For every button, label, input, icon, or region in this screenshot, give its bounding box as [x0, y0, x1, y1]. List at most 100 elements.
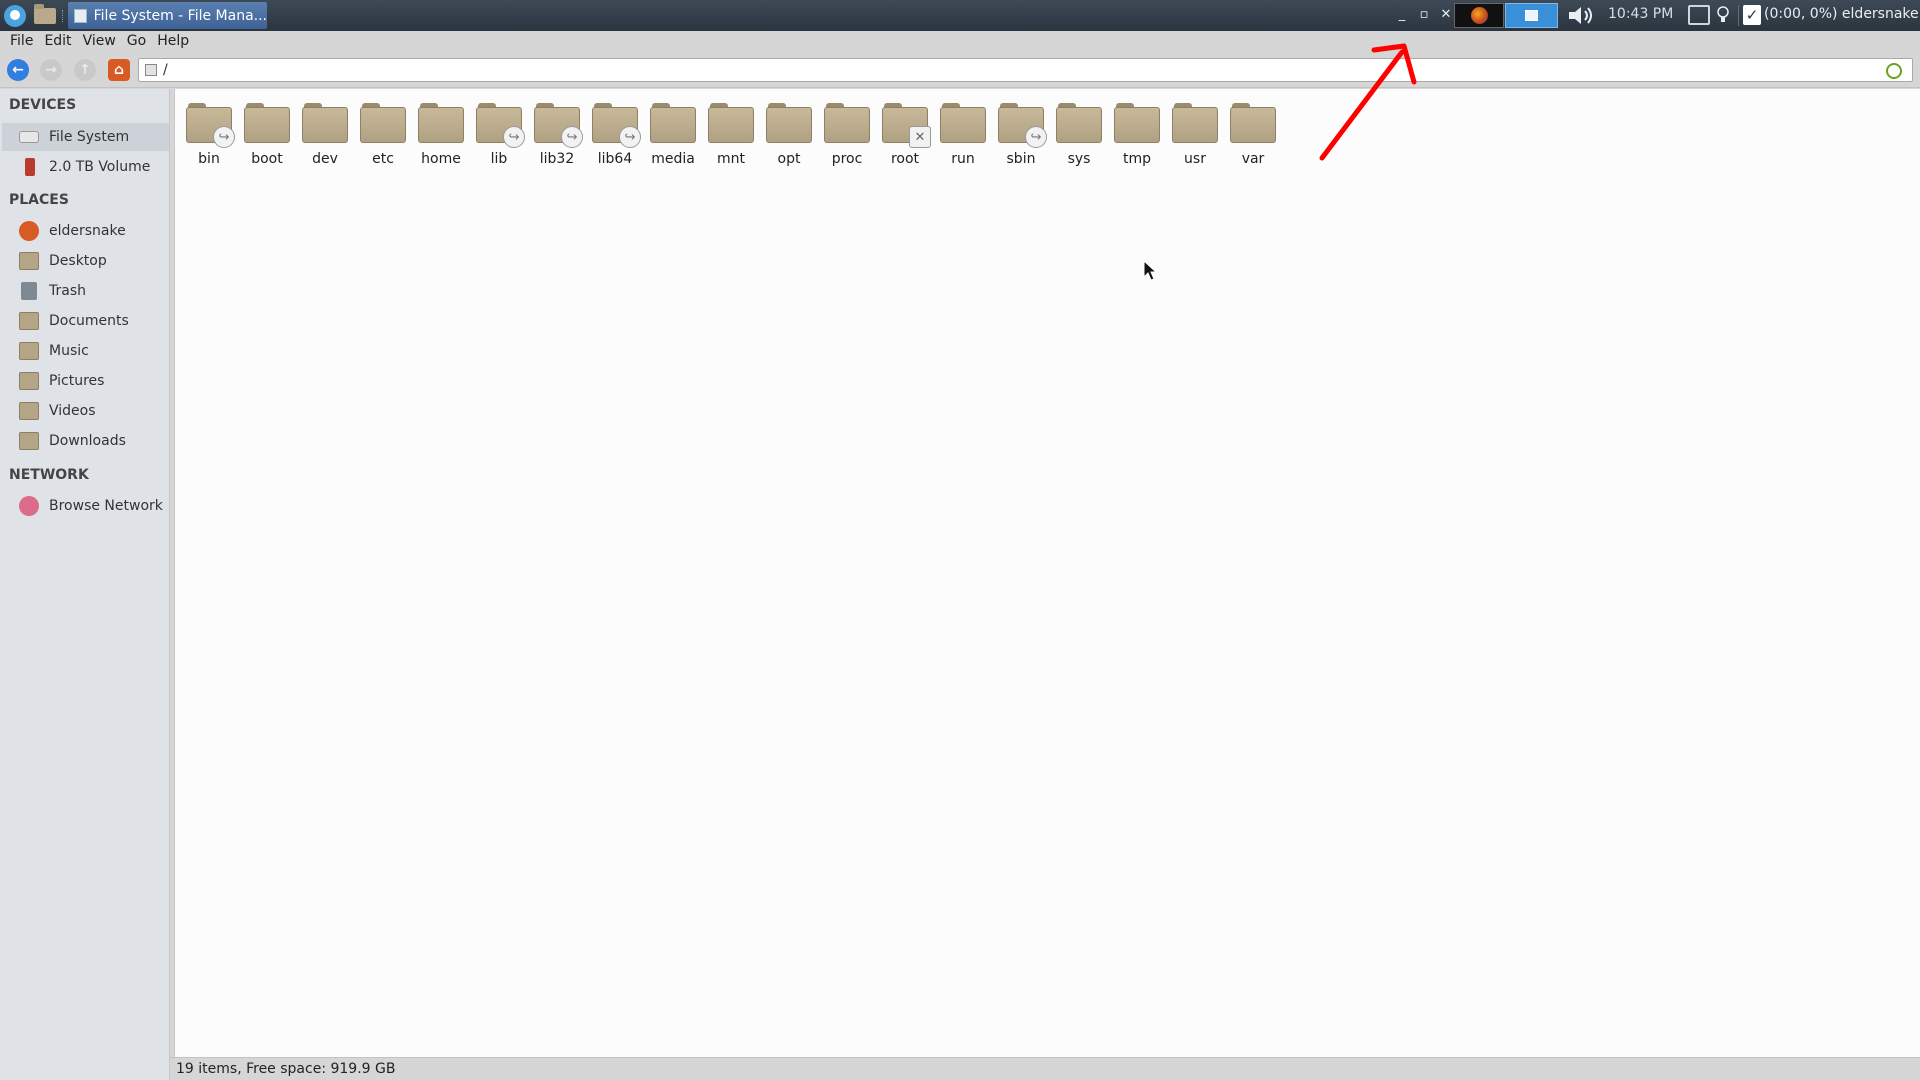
folder-item-boot[interactable]: boot: [238, 99, 296, 167]
sidebar-item-home[interactable]: eldersnake: [2, 217, 169, 245]
folder-icon: [418, 103, 464, 143]
menu-edit[interactable]: Edit: [42, 33, 80, 49]
folder-item-sys[interactable]: sys: [1050, 99, 1108, 167]
sidebar-item-music[interactable]: Music: [2, 337, 169, 365]
menu-go[interactable]: Go: [125, 33, 155, 49]
sidebar-item-downloads[interactable]: Downloads: [2, 427, 169, 455]
devices-header: DEVICES: [9, 97, 77, 113]
folder-icon: [708, 103, 754, 143]
drive-icon: [19, 131, 39, 143]
sidebar-item-file-system[interactable]: File System: [2, 123, 169, 151]
applications-menu-button[interactable]: [2, 3, 28, 28]
folder-item-lib[interactable]: ↪ lib: [470, 99, 528, 167]
maximize-button[interactable]: ▫: [1417, 6, 1431, 24]
usb-drive-icon: [25, 158, 35, 176]
reload-icon[interactable]: [1886, 63, 1902, 79]
folder-icon: [34, 3, 56, 24]
folder-item-lib32[interactable]: ↪ lib32: [528, 99, 586, 167]
menu-file[interactable]: File: [8, 33, 42, 49]
folder-label: lib: [490, 151, 508, 167]
window-thumbnail-icon: [1525, 10, 1538, 21]
folder-icon: ↪: [476, 103, 525, 148]
folder-item-sbin[interactable]: ↪ sbin: [992, 99, 1050, 167]
back-button[interactable]: ←: [7, 59, 29, 81]
lightbulb-icon[interactable]: [1716, 5, 1730, 25]
menu-help[interactable]: Help: [155, 33, 198, 49]
network-monitor-icon[interactable]: [1688, 5, 1710, 25]
folder-item-etc[interactable]: etc: [354, 99, 412, 167]
sidebar-item-volume[interactable]: 2.0 TB Volume: [2, 153, 169, 181]
location-input[interactable]: [163, 62, 1863, 78]
workspace-1[interactable]: [1454, 3, 1504, 28]
home-button[interactable]: ⌂: [108, 59, 130, 81]
folder-icon: ✕: [882, 103, 931, 148]
folder-item-var[interactable]: var: [1224, 99, 1282, 167]
folder-item-lib64[interactable]: ↪ lib64: [586, 99, 644, 167]
taskbar-window-button[interactable]: File System - File Mana...: [68, 2, 267, 29]
minimize-button[interactable]: _: [1395, 6, 1409, 24]
folder-icon: [824, 103, 870, 143]
top-panel: File System - File Mana... _ ▫ ✕ 10:43 P…: [0, 0, 1920, 31]
folder-item-mnt[interactable]: mnt: [702, 99, 760, 167]
volume-icon[interactable]: [1566, 3, 1598, 28]
firefox-icon: [1470, 7, 1488, 24]
folder-label: tmp: [1122, 151, 1151, 167]
folder-icon: [360, 103, 406, 143]
annotation-arrow-icon: [1319, 43, 1417, 161]
panel-separator: [62, 10, 64, 22]
folder-item-bin[interactable]: ↪ bin: [180, 99, 238, 167]
folder-item-usr[interactable]: usr: [1166, 99, 1224, 167]
checkbox-icon[interactable]: ✓: [1743, 5, 1761, 25]
menu-view[interactable]: View: [81, 33, 125, 49]
sidebar-item-browse-network[interactable]: Browse Network: [2, 492, 169, 520]
close-button[interactable]: ✕: [1439, 6, 1453, 24]
sidebar-item-trash[interactable]: Trash: [2, 277, 169, 305]
folder-icon: ↪: [534, 103, 583, 148]
folder-label: boot: [251, 151, 283, 167]
sidebar-item-label: Videos: [49, 403, 96, 419]
folder-label: var: [1241, 151, 1265, 167]
up-button[interactable]: ↑: [74, 59, 96, 81]
folder-item-media[interactable]: media: [644, 99, 702, 167]
folder-label: sbin: [1006, 151, 1036, 167]
file-view[interactable]: ↪ bin boot dev etc home ↪ lib ↪ lib32 ↪ lib64 media m…: [174, 89, 1920, 1057]
forward-button[interactable]: →: [40, 59, 62, 81]
folder-label: sys: [1067, 151, 1091, 167]
folder-label: media: [651, 151, 695, 167]
folder-label: run: [951, 151, 975, 167]
places-header: PLACES: [9, 192, 69, 208]
sidebar-item-pictures[interactable]: Pictures: [2, 367, 169, 395]
folder-item-proc[interactable]: proc: [818, 99, 876, 167]
sidebar-item-documents[interactable]: Documents: [2, 307, 169, 335]
folder-label: root: [890, 151, 920, 167]
symlink-emblem-icon: ↪: [213, 126, 235, 148]
folder-item-root[interactable]: ✕ root: [876, 99, 934, 167]
folder-item-dev[interactable]: dev: [296, 99, 354, 167]
folder-label: lib64: [597, 151, 633, 167]
mouse-cursor-icon: [1143, 260, 1157, 281]
sidebar-item-videos[interactable]: Videos: [2, 397, 169, 425]
user-status[interactable]: (0:00, 0%) eldersnake: [1764, 0, 1919, 31]
xfce-bird-icon: [4, 4, 26, 27]
trash-icon: [21, 282, 37, 300]
sidebar-item-label: Documents: [49, 313, 129, 329]
folder-item-home[interactable]: home: [412, 99, 470, 167]
sidebar-item-label: Music: [49, 343, 89, 359]
location-bar[interactable]: [138, 58, 1913, 82]
folder-icon: [19, 312, 39, 330]
sidebar-item-desktop[interactable]: Desktop: [2, 247, 169, 275]
panel-separator: [1738, 5, 1739, 26]
file-manager-launcher[interactable]: [32, 3, 58, 28]
clock[interactable]: 10:43 PM: [1608, 0, 1673, 31]
sidebar-item-label: eldersnake: [49, 223, 126, 239]
folder-icon: [244, 103, 290, 143]
folder-item-run[interactable]: run: [934, 99, 992, 167]
workspace-2[interactable]: [1505, 3, 1558, 28]
folder-item-tmp[interactable]: tmp: [1108, 99, 1166, 167]
folder-item-opt[interactable]: opt: [760, 99, 818, 167]
folder-icon: [1114, 103, 1160, 143]
unreadable-emblem-icon: ✕: [909, 126, 931, 148]
folder-icon: [1056, 103, 1102, 143]
folder-icon: [19, 252, 39, 270]
folder-icon: ↪: [186, 103, 235, 148]
